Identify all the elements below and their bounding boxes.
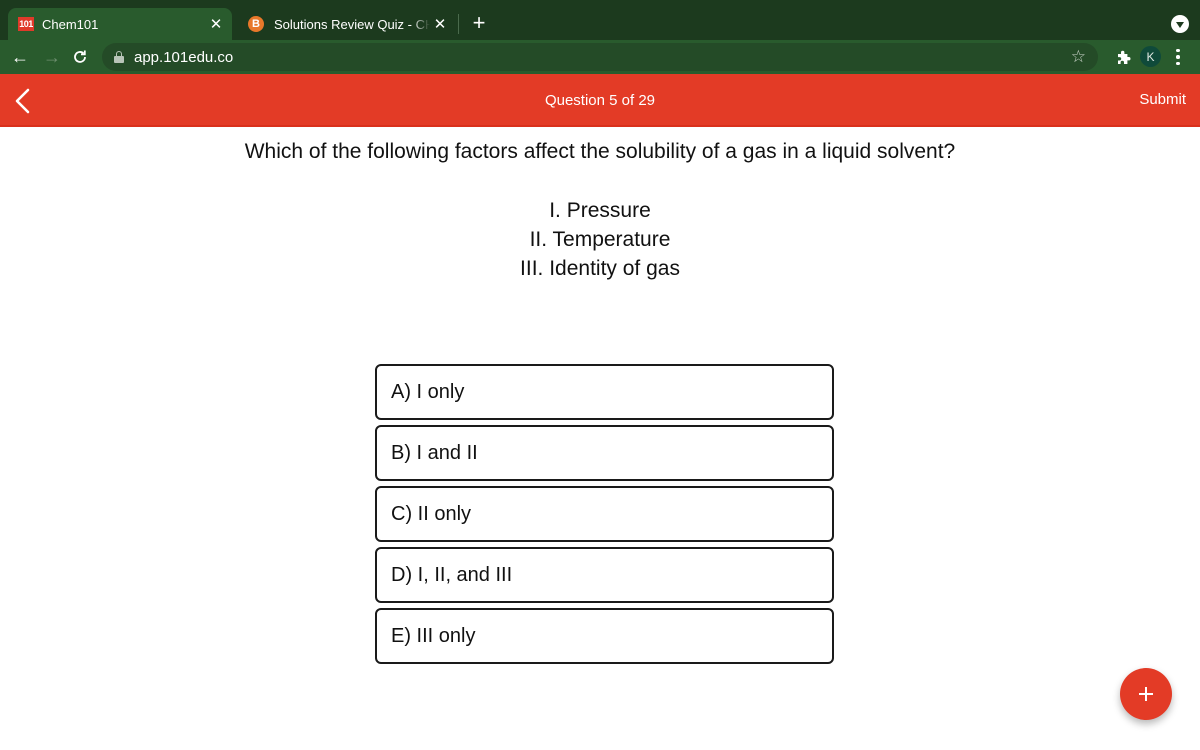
back-arrow-icon[interactable]: ← — [8, 45, 32, 69]
choice-label: C) II only — [391, 502, 472, 525]
profile-avatar[interactable]: K — [1140, 46, 1161, 67]
brightspace-favicon-icon: B — [248, 16, 264, 32]
choice-d[interactable]: D) I, II, and III — [375, 547, 834, 603]
statement-list: I. Pressure II. Temperature III. Identit… — [0, 196, 1200, 283]
forward-arrow-icon[interactable]: → — [40, 45, 64, 69]
address-bar[interactable]: app.101edu.co ☆ — [102, 43, 1098, 71]
tab-separator — [458, 14, 459, 34]
choice-c[interactable]: C) II only — [375, 486, 834, 542]
new-tab-button[interactable]: + — [468, 12, 490, 34]
submit-button[interactable]: Submit — [1139, 91, 1186, 108]
tab-chem101[interactable]: 101 Chem101 ✕ — [8, 8, 232, 40]
close-tab-icon[interactable]: ✕ — [206, 14, 226, 34]
statement-item: I. Pressure — [549, 199, 651, 222]
choice-a[interactable]: A) I only — [375, 364, 834, 420]
answer-choices: A) I only B) I and II C) II only D) I, I… — [375, 364, 834, 669]
puzzle-glyph — [1118, 50, 1131, 64]
chem101-favicon-icon: 101 — [18, 17, 34, 31]
statement-item: III. Identity of gas — [520, 257, 680, 280]
reload-icon[interactable] — [68, 45, 92, 69]
url-text[interactable]: app.101edu.co — [134, 49, 1071, 66]
browser-toolbar: ← → app.101edu.co ☆ K — [0, 40, 1200, 74]
reload-glyph — [74, 50, 86, 63]
tab-search-icon[interactable] — [1171, 15, 1189, 33]
browser-menu-icon[interactable] — [1172, 47, 1184, 67]
lock-icon — [114, 51, 124, 63]
extensions-puzzle-icon[interactable] — [1115, 48, 1133, 66]
browser-tabstrip: 101 Chem101 ✕ B Solutions Review Quiz - … — [0, 0, 1200, 40]
choice-label: B) I and II — [391, 441, 478, 464]
tab-solutions-review-quiz[interactable]: B Solutions Review Quiz - CHM11 ✕ — [238, 8, 456, 40]
choice-e[interactable]: E) III only — [375, 608, 834, 664]
question-counter: Question 5 of 29 — [544, 92, 656, 109]
choice-b[interactable]: B) I and II — [375, 425, 834, 481]
close-tab-icon[interactable]: ✕ — [430, 14, 450, 34]
quiz-header: Question 5 of 29 Submit — [0, 74, 1200, 127]
choice-label: D) I, II, and III — [391, 563, 513, 586]
tab-title: Chem101 — [42, 16, 99, 32]
question-prompt: Which of the following factors affect th… — [244, 140, 956, 163]
tab-title: Solutions Review Quiz - CHM11 — [274, 16, 430, 32]
choice-label: E) III only — [391, 624, 476, 647]
statement-item: II. Temperature — [529, 228, 671, 251]
bookmark-star-icon[interactable]: ☆ — [1071, 47, 1086, 67]
choice-label: A) I only — [391, 380, 465, 403]
plus-icon — [1144, 687, 1148, 701]
floating-add-button[interactable] — [1120, 668, 1172, 720]
